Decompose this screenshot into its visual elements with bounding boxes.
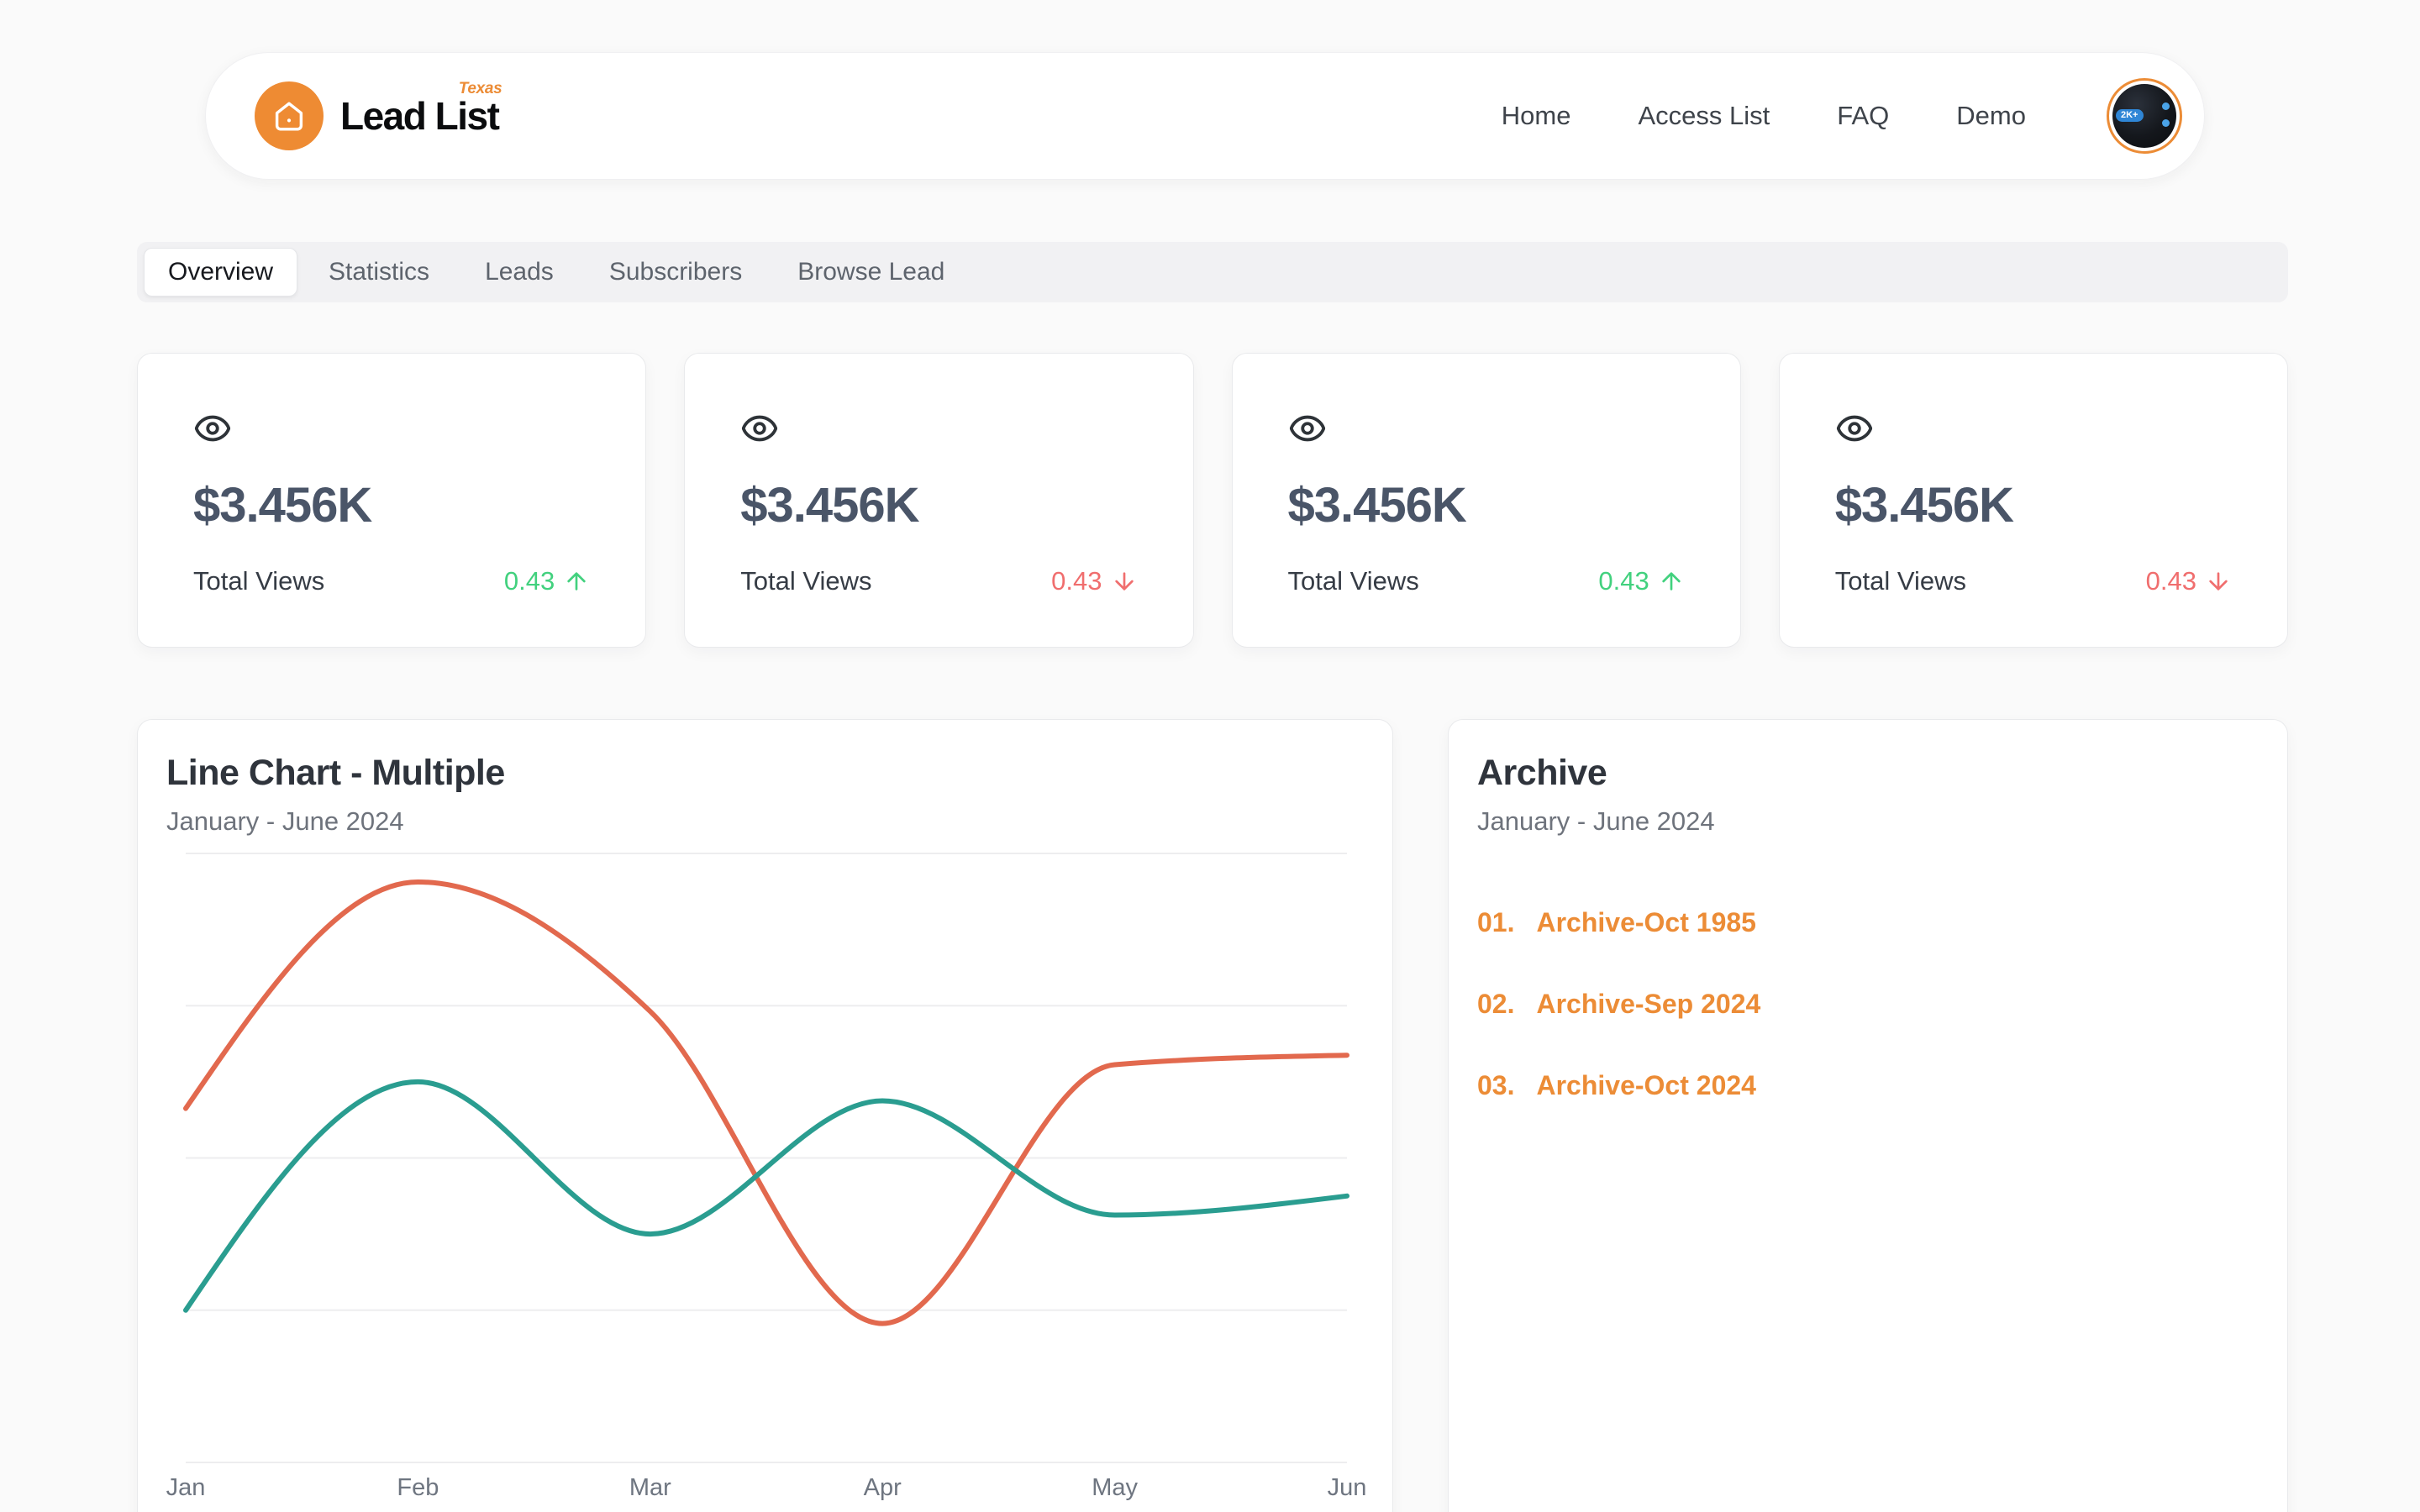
archive-title: Archive bbox=[1477, 753, 2259, 793]
stat-value: $3.456K bbox=[1288, 481, 1685, 530]
stat-label: Total Views bbox=[1835, 566, 1966, 596]
line-chart-card: Line Chart - Multiple January - June 202… bbox=[137, 719, 1393, 1512]
stat-label: Total Views bbox=[740, 566, 871, 596]
trend-down-icon bbox=[2205, 568, 2232, 595]
archive-item[interactable]: 02. Archive-Sep 2024 bbox=[1477, 989, 2259, 1020]
eye-icon bbox=[740, 409, 1137, 448]
nav-item-faq[interactable]: FAQ bbox=[1837, 101, 1889, 131]
x-axis-label: Feb bbox=[397, 1474, 439, 1502]
stats-row: $3.456K Total Views 0.43 $3.456K Total V… bbox=[137, 353, 2288, 648]
stat-card: $3.456K Total Views 0.43 bbox=[1779, 353, 2288, 648]
eye-icon bbox=[1288, 409, 1685, 448]
stat-delta-value: 0.43 bbox=[1598, 566, 1649, 596]
header: Texas Lead List Home Access List FAQ Demo 2… bbox=[205, 52, 2205, 180]
archive-list: 01. Archive-Oct 1985 02. Archive-Sep 202… bbox=[1477, 907, 2259, 1101]
trend-up-icon bbox=[1658, 568, 1685, 595]
tab-bar: OverviewStatisticsLeadsSubscribersBrowse… bbox=[137, 242, 2288, 302]
stat-value: $3.456K bbox=[193, 481, 590, 530]
line-chart-svg bbox=[186, 853, 1347, 1462]
trend-up-icon bbox=[563, 568, 590, 595]
eye-icon bbox=[1835, 409, 2232, 448]
tab-leads[interactable]: Leads bbox=[460, 248, 578, 297]
line-chart bbox=[186, 853, 1347, 1462]
archive-item-link[interactable]: Archive-Oct 2024 bbox=[1536, 1070, 1755, 1101]
brand-logo[interactable]: Texas Lead List bbox=[255, 81, 498, 150]
x-axis-label: Apr bbox=[864, 1474, 902, 1502]
avatar-badge: 2K+ bbox=[2116, 109, 2144, 122]
x-axis-label: Jan bbox=[166, 1474, 206, 1502]
brand-name: Lead List bbox=[340, 94, 498, 138]
stat-delta-value: 0.43 bbox=[2146, 566, 2196, 596]
archive-item-index: 03. bbox=[1477, 1070, 1514, 1101]
stat-card-footer: Total Views 0.43 bbox=[1835, 566, 2232, 596]
stat-delta: 0.43 bbox=[2146, 566, 2232, 596]
avatar[interactable]: 2K+ bbox=[2107, 78, 2182, 154]
stat-delta-value: 0.43 bbox=[504, 566, 555, 596]
stat-delta: 0.43 bbox=[1051, 566, 1137, 596]
stat-value: $3.456K bbox=[740, 481, 1137, 530]
avatar-image: 2K+ bbox=[2112, 84, 2176, 148]
tab-browse-lead[interactable]: Browse Lead bbox=[773, 248, 969, 297]
archive-item[interactable]: 01. Archive-Oct 1985 bbox=[1477, 907, 2259, 938]
stat-label: Total Views bbox=[193, 566, 324, 596]
tab-statistics[interactable]: Statistics bbox=[304, 248, 454, 297]
stat-value: $3.456K bbox=[1835, 481, 2232, 530]
trend-down-icon bbox=[1111, 568, 1138, 595]
archive-item-link[interactable]: Archive-Oct 1985 bbox=[1536, 907, 1755, 938]
tab-subscribers[interactable]: Subscribers bbox=[585, 248, 766, 297]
main-nav: Home Access List FAQ Demo bbox=[1502, 101, 2026, 131]
nav-item-demo[interactable]: Demo bbox=[1956, 101, 2026, 131]
stat-card-footer: Total Views 0.43 bbox=[1288, 566, 1685, 596]
archive-item-index: 01. bbox=[1477, 907, 1514, 938]
avatar-detail-dot bbox=[2162, 119, 2170, 127]
page: Texas Lead List Home Access List FAQ Demo 2… bbox=[0, 0, 2420, 1512]
x-axis-label: Jun bbox=[1328, 1474, 1367, 1502]
x-axis-label: Mar bbox=[629, 1474, 671, 1502]
home-logo-icon bbox=[255, 81, 324, 150]
stat-delta: 0.43 bbox=[1598, 566, 1684, 596]
stat-card-footer: Total Views 0.43 bbox=[193, 566, 590, 596]
stat-delta: 0.43 bbox=[504, 566, 590, 596]
brand-text: Texas Lead List bbox=[340, 97, 498, 135]
avatar-detail-dot bbox=[2162, 102, 2170, 110]
stat-delta-value: 0.43 bbox=[1051, 566, 1102, 596]
eye-icon bbox=[193, 409, 590, 448]
brand-region-tag: Texas bbox=[459, 80, 502, 98]
stat-card-footer: Total Views 0.43 bbox=[740, 566, 1137, 596]
archive-subtitle: January - June 2024 bbox=[1477, 806, 2259, 837]
x-axis: JanFebMarAprMayJun bbox=[186, 1474, 1347, 1511]
chart-subtitle: January - June 2024 bbox=[166, 806, 1364, 837]
x-axis-label: May bbox=[1092, 1474, 1138, 1502]
archive-card: Archive January - June 2024 01. Archive-… bbox=[1448, 719, 2288, 1512]
nav-item-access-list[interactable]: Access List bbox=[1639, 101, 1770, 131]
archive-item-link[interactable]: Archive-Sep 2024 bbox=[1536, 989, 1760, 1020]
stat-card: $3.456K Total Views 0.43 bbox=[684, 353, 1193, 648]
archive-item-index: 02. bbox=[1477, 989, 1514, 1020]
stat-card: $3.456K Total Views 0.43 bbox=[137, 353, 646, 648]
stat-label: Total Views bbox=[1288, 566, 1419, 596]
chart-title: Line Chart - Multiple bbox=[166, 753, 1364, 793]
nav-item-home[interactable]: Home bbox=[1502, 101, 1571, 131]
archive-item[interactable]: 03. Archive-Oct 2024 bbox=[1477, 1070, 2259, 1101]
stat-card: $3.456K Total Views 0.43 bbox=[1232, 353, 1741, 648]
tab-overview[interactable]: Overview bbox=[144, 248, 297, 297]
